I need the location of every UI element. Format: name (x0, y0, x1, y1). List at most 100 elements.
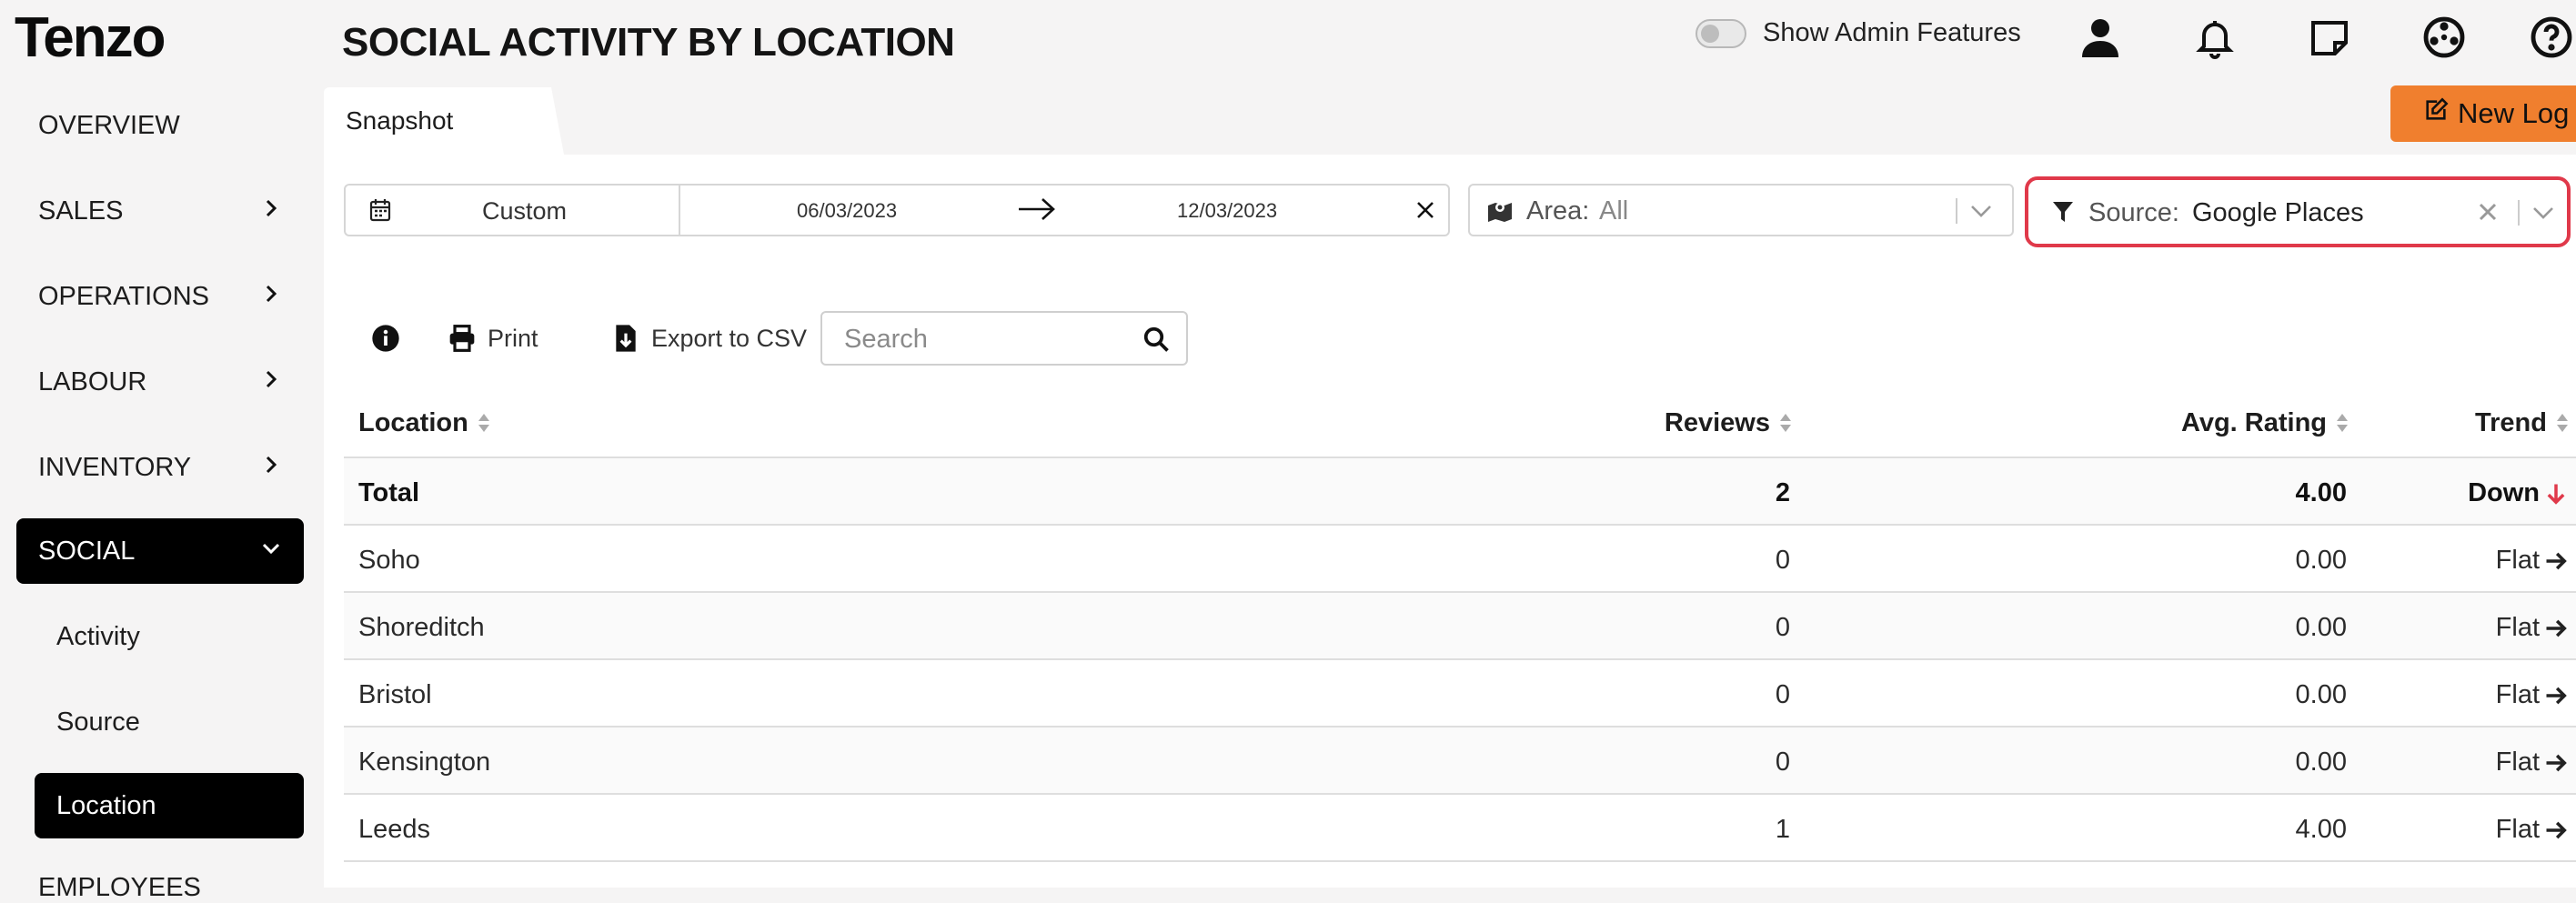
column-header-label: Avg. Rating (2180, 407, 2327, 437)
column-header-label: Trend (2475, 407, 2547, 437)
date-preset-label: Custom (482, 197, 568, 225)
trend-label: Flat (2495, 747, 2540, 777)
cell-location: Bristol (358, 680, 432, 709)
sidebar-subitem-label: Location (56, 790, 156, 820)
calendar-icon (369, 199, 391, 222)
sidebar-item-labour[interactable]: LABOUR (16, 349, 304, 415)
sort-icon (478, 414, 489, 432)
area-filter-select[interactable]: Area: All (1468, 184, 2014, 236)
tab-strip (324, 73, 2576, 155)
toggle-knob (1701, 24, 1719, 43)
date-preset-select[interactable]: Custom (346, 186, 680, 235)
cell-reviews: 0 (1775, 680, 1790, 709)
export-csv-button[interactable]: Export to CSV (611, 316, 807, 360)
column-header-avg-rating[interactable]: Avg. Rating (2181, 389, 2349, 457)
cell-location: Shoreditch (358, 613, 485, 642)
sidebar: OVERVIEW SALES OPERATIONS LABOUR INVENTO… (0, 73, 320, 888)
table-row[interactable]: Leeds 1 4.00 Flat (344, 793, 2576, 860)
search-input[interactable] (842, 322, 1119, 356)
print-button[interactable]: Print (448, 316, 538, 360)
user-icon[interactable] (2076, 13, 2125, 62)
sidebar-subitem-label: Activity (56, 621, 140, 651)
table-row[interactable]: Bristol 0 0.00 Flat (344, 658, 2576, 726)
cell-avg-rating: 4.00 (2295, 478, 2347, 507)
chevron-down-icon[interactable] (1968, 200, 1994, 222)
table-total-row[interactable]: Total 2 4.00 Down (344, 457, 2576, 524)
column-header-label: Location (358, 407, 468, 437)
cell-avg-rating: 0.00 (2295, 680, 2347, 709)
source-filter-value: Google Places (2192, 198, 2364, 227)
cell-reviews: 0 (1775, 546, 1790, 575)
column-header-location[interactable]: Location (358, 389, 490, 457)
sidebar-item-label: SALES (38, 196, 124, 226)
column-header-reviews[interactable]: Reviews (1665, 389, 1792, 457)
cell-trend: Flat (2496, 613, 2569, 643)
search-icon[interactable] (1142, 326, 1170, 353)
sort-icon (1780, 414, 1791, 432)
sidebar-item-label: INVENTORY (38, 452, 192, 482)
source-filter-label: Source: (2088, 198, 2179, 227)
admin-toggle-label: Show Admin Features (1763, 18, 2021, 47)
cell-avg-rating: 0.00 (2295, 747, 2347, 777)
cell-reviews: 1 (1775, 815, 1790, 844)
bell-icon[interactable] (2190, 13, 2239, 62)
cell-avg-rating: 0.00 (2295, 613, 2347, 642)
sticky-note-icon[interactable] (2305, 13, 2354, 62)
trend-label: Down (2468, 478, 2540, 507)
admin-features-toggle[interactable]: Show Admin Features (1696, 18, 2021, 48)
trend-label: Flat (2495, 680, 2540, 709)
sidebar-subitem-location[interactable]: Location (35, 773, 304, 838)
arrow-right-icon (1019, 198, 1055, 220)
logo-text: Tenzo (15, 6, 166, 69)
cell-location: Total (358, 478, 420, 507)
arrow-right-icon (2546, 552, 2567, 569)
sidebar-subitem-activity[interactable]: Activity (35, 604, 304, 669)
trend-label: Flat (2495, 815, 2540, 844)
close-icon[interactable] (1415, 200, 1435, 220)
help-icon[interactable] (2527, 13, 2576, 62)
arrow-right-icon (2546, 687, 2567, 704)
select-separator (2518, 200, 2520, 226)
sidebar-item-label: SOCIAL (38, 536, 136, 566)
cell-location: Leeds (358, 815, 431, 844)
arrow-down-icon (2547, 484, 2565, 505)
clear-icon[interactable] (2478, 202, 2498, 222)
tenzo-logo[interactable]: Tenzo (15, 5, 166, 71)
table-row[interactable]: Kensington 0 0.00 Flat (344, 726, 2576, 793)
start-date-input[interactable]: 06/03/2023 (797, 199, 897, 223)
toggle-switch[interactable] (1696, 18, 1746, 48)
top-bar: Tenzo SOCIAL ACTIVITY BY LOCATION Show A… (0, 0, 2576, 73)
sort-icon (2557, 414, 2568, 432)
cell-trend: Down (2468, 478, 2569, 508)
sidebar-item-label: OVERVIEW (38, 110, 180, 140)
trend-label: Flat (2495, 546, 2540, 575)
sidebar-item-inventory[interactable]: INVENTORY (16, 435, 304, 500)
column-header-trend[interactable]: Trend (2475, 389, 2569, 457)
info-icon (372, 325, 399, 352)
new-log-label: New Log (2458, 97, 2570, 129)
chevron-down-icon[interactable] (2531, 202, 2556, 224)
print-label: Print (488, 324, 538, 352)
cell-trend: Flat (2496, 546, 2569, 576)
info-button[interactable] (371, 316, 400, 360)
table-row[interactable]: Shoreditch 0 0.00 Flat (344, 591, 2576, 658)
new-log-button[interactable]: New Log (2390, 85, 2576, 142)
export-csv-label: Export to CSV (651, 324, 808, 352)
cell-trend: Flat (2496, 680, 2569, 710)
sidebar-item-social[interactable]: SOCIAL (16, 518, 304, 584)
trend-label: Flat (2495, 613, 2540, 642)
source-filter-select[interactable]: Source: Google Places (2025, 176, 2571, 247)
select-separator (1956, 198, 1957, 224)
settings-icon[interactable] (2420, 13, 2469, 62)
sidebar-item-employees[interactable]: EMPLOYEES (38, 873, 201, 903)
end-date-input[interactable]: 12/03/2023 (1177, 199, 1277, 223)
chevron-right-icon (260, 282, 282, 312)
sidebar-item-sales[interactable]: SALES (16, 178, 304, 244)
sidebar-subitem-source[interactable]: Source (35, 689, 304, 755)
table-row[interactable]: Soho 0 0.00 Flat (344, 524, 2576, 591)
sidebar-subitem-label: Source (56, 707, 140, 737)
tab-snapshot[interactable]: Snapshot (324, 87, 564, 155)
column-header-label: Reviews (1664, 407, 1770, 437)
sidebar-item-overview[interactable]: OVERVIEW (16, 93, 304, 158)
sidebar-item-operations[interactable]: OPERATIONS (16, 264, 304, 329)
